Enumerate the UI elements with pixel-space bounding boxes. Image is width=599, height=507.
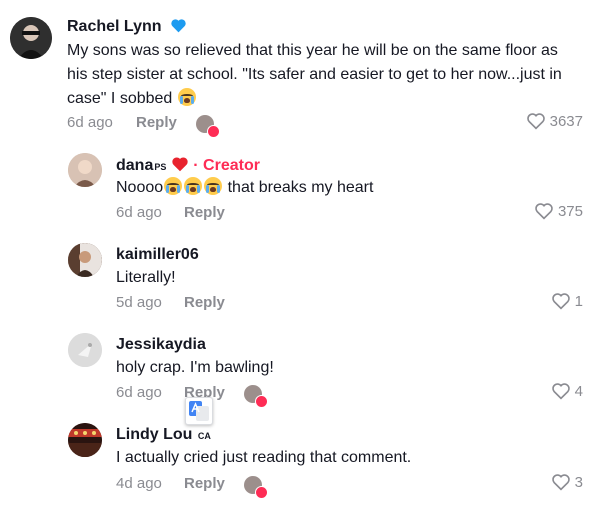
avatar[interactable] (68, 153, 102, 187)
like-heart-icon (551, 474, 570, 491)
comment-text: Noooo that breaks my heart (116, 176, 373, 200)
commenter-name[interactable]: kaimiller06 (116, 246, 199, 264)
avatar-image (68, 243, 102, 277)
red-heart-icon (172, 157, 188, 172)
like-button[interactable]: 3 (551, 473, 583, 491)
comment-time: 5d ago (116, 294, 162, 311)
commenter-name-text[interactable]: Lindy Lou (116, 426, 192, 443)
like-button[interactable]: 375 (534, 202, 583, 220)
comment-text: My sons was so relieved that this year h… (67, 39, 587, 111)
loudly-crying-emoji (204, 177, 223, 195)
commenter-name-text[interactable]: dana (116, 157, 153, 174)
avatar[interactable] (68, 243, 102, 277)
like-count: 3637 (549, 112, 583, 130)
like-button[interactable]: 1 (551, 292, 583, 310)
like-count: 375 (557, 202, 583, 220)
like-button[interactable]: 3637 (526, 112, 583, 130)
avatar[interactable] (10, 17, 52, 59)
like-heart-icon (551, 293, 570, 310)
loudly-crying-emoji (164, 177, 183, 195)
avatar-image (68, 423, 102, 457)
comment-text-fragment: Noooo (116, 179, 164, 196)
name-suffix: CA (197, 431, 211, 441)
translate-icon[interactable] (185, 397, 213, 425)
avatar[interactable] (68, 423, 102, 457)
commenter-name[interactable]: Jessikaydia (116, 336, 206, 354)
name-suffix: PS (154, 162, 167, 172)
creator-liked-avatar (196, 115, 220, 138)
comment-time: 6d ago (116, 384, 162, 401)
comment-text-fragment: that breaks my heart (223, 179, 374, 196)
red-heart-icon (207, 125, 220, 138)
like-heart-icon (535, 203, 553, 220)
like-heart-icon (551, 383, 570, 400)
comment-text-line: his step sister at school. "Its safer an… (67, 66, 562, 83)
comment-text-line: case" I sobbed (67, 87, 587, 111)
reply-button[interactable]: Reply (184, 294, 225, 311)
loudly-crying-emoji (177, 88, 196, 106)
avatar-image (68, 153, 102, 187)
commenter-name-text[interactable]: Rachel Lynn (67, 18, 162, 35)
comment-text: Literally! (116, 269, 176, 286)
comment-text: holy crap. I'm bawling! (116, 359, 274, 376)
like-button[interactable]: 4 (551, 382, 583, 400)
like-heart-icon (526, 113, 545, 130)
avatar-image (68, 333, 102, 367)
loudly-crying-emoji (184, 177, 203, 195)
reply-button[interactable]: Reply (184, 475, 225, 492)
comment-time: 6d ago (67, 114, 113, 131)
comment-text: I actually cried just reading that comme… (116, 449, 412, 466)
creator-liked-avatar (244, 385, 268, 408)
reply-button[interactable]: Reply (136, 114, 177, 131)
red-heart-icon (255, 395, 268, 408)
reply-button[interactable]: Reply (184, 204, 225, 221)
red-heart-icon (255, 486, 268, 499)
creator-liked-avatar (244, 476, 268, 499)
commenter-name[interactable]: Lindy Lou CA (116, 426, 211, 444)
avatar[interactable] (68, 333, 102, 367)
comment-text-line: My sons was so relieved that this year h… (67, 42, 558, 59)
comment-time: 6d ago (116, 204, 162, 221)
avatar-image (10, 17, 52, 59)
like-count: 3 (574, 473, 583, 491)
creator-label: · Creator (193, 157, 260, 174)
commenter-name[interactable]: Rachel Lynn (67, 18, 187, 36)
translate-glyph (189, 401, 209, 421)
like-count: 1 (574, 292, 583, 310)
comment-text-fragment: case" I sobbed (67, 90, 173, 107)
like-count: 4 (574, 382, 583, 400)
blue-heart-icon (171, 19, 186, 33)
commenter-name[interactable]: danaPS · Creator (116, 156, 260, 175)
comment-time: 4d ago (116, 475, 162, 492)
